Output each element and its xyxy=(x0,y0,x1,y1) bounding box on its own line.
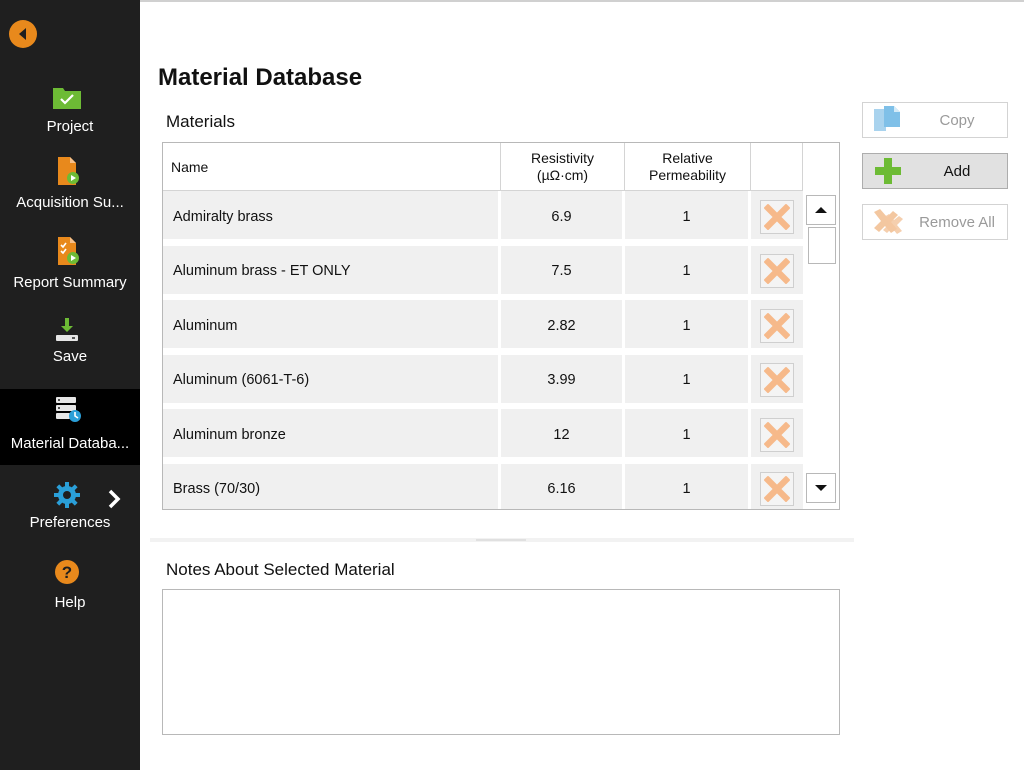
permeability-cell[interactable]: 1 xyxy=(625,354,751,406)
resistivity-cell[interactable]: 6.9 xyxy=(501,191,625,242)
notes-textarea[interactable] xyxy=(162,589,840,735)
arrow-down-icon xyxy=(815,485,827,491)
sidebar-item-acquisition-summary[interactable]: Acquisition Su... xyxy=(0,152,140,218)
database-icon xyxy=(52,395,82,423)
sidebar-item-label: Help xyxy=(54,594,86,611)
arrow-up-icon xyxy=(815,207,827,213)
scroll-down-button[interactable] xyxy=(806,473,836,503)
chevron-right-icon xyxy=(108,489,121,509)
scroll-up-button[interactable] xyxy=(806,195,836,225)
splitter-grip[interactable] xyxy=(476,539,526,541)
sidebar: Project Acquisition Su... Report Summary xyxy=(0,0,140,770)
delete-row-button[interactable] xyxy=(760,472,794,506)
sidebar-item-label: Acquisition Su... xyxy=(16,194,124,211)
sidebar-item-preferences[interactable]: Preferences xyxy=(0,478,140,538)
delete-row-button[interactable] xyxy=(760,363,794,397)
gear-icon xyxy=(52,480,82,508)
permeability-cell[interactable]: 1 xyxy=(625,463,751,509)
resistivity-cell[interactable]: 3.99 xyxy=(501,354,625,406)
column-header-delete xyxy=(751,143,803,191)
help-icon: ? xyxy=(52,558,82,586)
copy-icon xyxy=(874,106,900,131)
material-name-cell[interactable]: Aluminum brass - ET ONLY xyxy=(163,245,501,297)
delete-x-icon xyxy=(762,256,792,286)
download-save-icon xyxy=(52,316,82,344)
acquisition-document-icon xyxy=(52,156,82,185)
notes-label: Notes About Selected Material xyxy=(166,560,395,579)
material-name-cell[interactable]: Aluminum bronze xyxy=(163,409,501,460)
plus-icon xyxy=(875,158,901,184)
permeability-cell[interactable]: 1 xyxy=(625,245,751,297)
permeability-cell[interactable]: 1 xyxy=(625,300,751,351)
delete-x-icon xyxy=(762,311,792,341)
column-header-name[interactable]: Name xyxy=(163,143,501,191)
delete-row-button[interactable] xyxy=(760,417,794,452)
resistivity-cell[interactable]: 12 xyxy=(501,409,625,460)
material-name-cell[interactable]: Brass (70/30) xyxy=(163,463,501,509)
delete-x-icon xyxy=(762,365,792,395)
delete-cell xyxy=(751,409,803,460)
table-row[interactable]: Aluminum 2.82 1 xyxy=(163,300,803,351)
resistivity-cell[interactable]: 6.16 xyxy=(501,463,625,509)
folder-check-icon xyxy=(52,84,82,112)
sidebar-item-material-database[interactable]: Material Databa... xyxy=(0,389,140,465)
column-header-resistivity[interactable]: Resistivity (µΩ·cm) xyxy=(501,143,625,191)
material-name-cell[interactable]: Aluminum xyxy=(163,300,501,351)
delete-x-icon xyxy=(762,420,792,450)
sidebar-item-label: Report Summary xyxy=(13,274,127,291)
delete-row-button[interactable] xyxy=(760,308,794,343)
delete-cell xyxy=(751,300,803,351)
delete-cell xyxy=(751,355,803,406)
delete-row-button[interactable] xyxy=(760,254,794,288)
table-row[interactable]: Admiralty brass 6.9 1 xyxy=(163,191,803,242)
svg-text:?: ? xyxy=(62,563,72,582)
sidebar-item-label: Preferences xyxy=(29,514,111,531)
delete-cell xyxy=(751,246,803,297)
column-header-permeability[interactable]: Relative Permeability xyxy=(625,143,751,191)
report-document-icon xyxy=(52,236,82,265)
delete-x-icon xyxy=(762,474,792,504)
sidebar-item-report-summary[interactable]: Report Summary xyxy=(0,232,140,298)
table-row[interactable]: Aluminum bronze 12 1 xyxy=(163,409,803,460)
delete-x-icon xyxy=(762,202,792,232)
permeability-cell[interactable]: 1 xyxy=(625,409,751,460)
table-row[interactable]: Brass (70/30) 6.16 1 xyxy=(163,463,803,510)
back-button[interactable] xyxy=(9,20,37,48)
delete-cell xyxy=(751,464,803,510)
sidebar-item-project[interactable]: Project xyxy=(0,80,140,140)
material-name-cell[interactable]: Aluminum (6061-T-6) xyxy=(163,354,501,406)
delete-cell xyxy=(751,191,803,242)
resistivity-cell[interactable]: 2.82 xyxy=(501,300,625,351)
back-arrow-icon xyxy=(19,28,26,40)
remove-all-button[interactable]: Remove All xyxy=(862,204,1008,240)
table-row[interactable]: Aluminum brass - ET ONLY 7.5 1 xyxy=(163,245,803,297)
page-title: Material Database xyxy=(158,64,363,91)
materials-table: Name Resistivity (µΩ·cm) Relative Permea… xyxy=(162,142,840,510)
scrollbar-thumb[interactable] xyxy=(808,227,836,264)
material-name-cell[interactable]: Admiralty brass xyxy=(163,191,501,242)
vertical-scrollbar[interactable] xyxy=(803,191,839,509)
table-row[interactable]: Aluminum (6061-T-6) 3.99 1 xyxy=(163,354,803,406)
delete-row-button[interactable] xyxy=(760,199,794,234)
copy-button[interactable]: Copy xyxy=(862,102,1008,138)
add-button[interactable]: Add xyxy=(862,153,1008,189)
sidebar-item-save[interactable]: Save xyxy=(0,312,140,374)
permeability-cell[interactable]: 1 xyxy=(625,191,751,242)
sidebar-item-help[interactable]: ? Help xyxy=(0,558,140,616)
sidebar-item-label: Material Databa... xyxy=(10,435,130,452)
materials-section-label: Materials xyxy=(166,112,235,131)
resistivity-cell[interactable]: 7.5 xyxy=(501,245,625,297)
remove-all-icon xyxy=(874,209,903,234)
sidebar-item-label: Project xyxy=(46,118,94,135)
table-header: Name Resistivity (µΩ·cm) Relative Permea… xyxy=(163,143,803,191)
window-top-border xyxy=(0,0,1024,2)
sidebar-item-label: Save xyxy=(52,348,88,365)
